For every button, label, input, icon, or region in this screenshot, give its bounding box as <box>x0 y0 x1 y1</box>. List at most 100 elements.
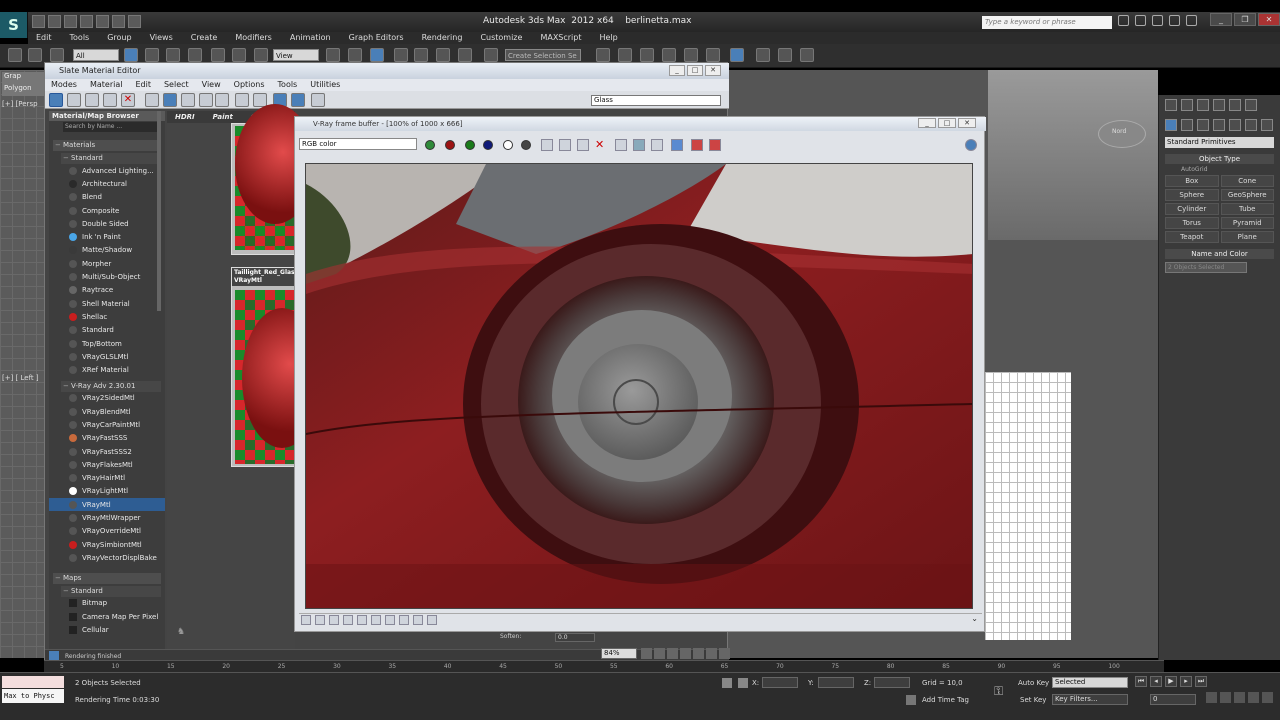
x-coord-field[interactable] <box>762 677 798 688</box>
vray-material-item[interactable]: VRayFastSSS2 <box>49 445 165 458</box>
search-input[interactable]: Type a keyword or phrase <box>982 16 1112 29</box>
zoom-selected-icon[interactable] <box>693 648 704 659</box>
slate-menu-utilities[interactable]: Utilities <box>304 79 347 91</box>
slate-menu-select[interactable]: Select <box>158 79 196 91</box>
zoom-region-icon[interactable] <box>667 648 678 659</box>
blue-channel-icon[interactable] <box>483 140 493 150</box>
layers-icon[interactable] <box>315 615 325 625</box>
subgroup-vray[interactable]: V-Ray Adv 2.30.01 <box>61 380 161 392</box>
standard-material-item[interactable]: Standard <box>49 324 165 337</box>
tab-paint[interactable]: Paint <box>205 111 243 123</box>
color-correction-icon[interactable] <box>691 139 703 151</box>
alpha-channel-icon[interactable] <box>503 140 513 150</box>
test-resolution-icon[interactable] <box>385 615 395 625</box>
hold-icon[interactable] <box>112 15 125 28</box>
standard-material-item[interactable]: Composite <box>49 204 165 217</box>
expand-chevron-icon[interactable]: ⌄ <box>971 614 978 623</box>
go-to-start-icon[interactable]: ⏮ <box>1135 676 1147 687</box>
pan-to-selected-icon[interactable] <box>706 648 717 659</box>
region-render-icon[interactable] <box>633 139 645 151</box>
show-end-result-icon[interactable] <box>215 93 229 107</box>
taillight-material-node[interactable]: Taillight_Red_Glass VRayMtl <box>231 267 322 467</box>
menu-rendering[interactable]: Rendering <box>414 32 473 44</box>
vray-material-item[interactable]: VRayBlendMtl <box>49 405 165 418</box>
standard-material-item[interactable]: Ink 'n Paint <box>49 230 165 243</box>
vray-material-item[interactable]: VRaySimbiontMtl <box>49 538 165 551</box>
redo-icon[interactable] <box>96 15 109 28</box>
mono-channel-icon[interactable] <box>521 140 531 150</box>
undo-icon[interactable] <box>80 15 93 28</box>
box-button[interactable]: Box <box>1165 175 1219 187</box>
red-channel-icon[interactable] <box>445 140 455 150</box>
load-image-icon[interactable] <box>577 139 589 151</box>
space-warps-icon[interactable] <box>1245 119 1257 131</box>
auto-key-button[interactable]: Auto Key <box>1018 679 1049 687</box>
browser-scrollbar[interactable] <box>157 111 161 311</box>
channel-dropdown[interactable]: RGB color <box>299 138 417 150</box>
standard-material-item[interactable]: VRayGLSLMtl <box>49 350 165 363</box>
render-last-icon[interactable] <box>651 139 663 151</box>
selection-lock-icon[interactable] <box>722 678 732 688</box>
soften-field[interactable]: 0.0 <box>555 633 595 642</box>
menu-graph-editors[interactable]: Graph Editors <box>341 32 414 44</box>
menu-create[interactable]: Create <box>183 32 228 44</box>
field-of-view-icon[interactable] <box>1248 692 1259 703</box>
vfb-maximize-button[interactable]: □ <box>938 118 956 128</box>
percent-snap-icon[interactable] <box>436 48 450 62</box>
menu-maxscript[interactable]: MAXScript <box>532 32 591 44</box>
render-setup-icon[interactable] <box>756 48 770 62</box>
zoom-icon[interactable] <box>654 648 665 659</box>
material-editor-icon[interactable] <box>730 48 744 62</box>
standard-material-item[interactable]: Shellac <box>49 310 165 323</box>
menu-group[interactable]: Group <box>99 32 141 44</box>
shapes-icon[interactable] <box>1181 119 1193 131</box>
info-icon[interactable] <box>329 615 339 625</box>
track-mouse-icon[interactable] <box>615 139 627 151</box>
render-production-icon[interactable] <box>800 48 814 62</box>
move-children-icon[interactable] <box>145 93 159 107</box>
lens-effects-icon[interactable] <box>413 615 423 625</box>
group-maps[interactable]: Maps <box>53 572 161 584</box>
key-mode-dropdown[interactable]: Selected <box>1052 677 1128 688</box>
restore-button[interactable]: ❐ <box>1234 13 1256 26</box>
navigator-icon[interactable]: ♞ <box>177 627 185 637</box>
object-name-field[interactable]: 2 Objects Selected <box>1165 262 1247 273</box>
save-image-icon[interactable] <box>541 139 553 151</box>
graphite-ribbon-icon[interactable] <box>662 48 676 62</box>
lights-icon[interactable] <box>1197 119 1209 131</box>
pyramid-button[interactable]: Pyramid <box>1220 217 1274 229</box>
cone-button[interactable]: Cone <box>1220 175 1274 187</box>
schematic-view-icon[interactable] <box>706 48 720 62</box>
background-icon[interactable] <box>181 93 195 107</box>
vray-material-item[interactable]: VRayCarPaintMtl <box>49 418 165 431</box>
align-icon[interactable] <box>618 48 632 62</box>
vray-material-item[interactable]: VRayMtl <box>49 498 165 512</box>
standard-material-item[interactable]: Multi/Sub-Object <box>49 270 165 283</box>
orbit-icon[interactable] <box>1262 692 1273 703</box>
fit-view-icon[interactable] <box>719 648 730 659</box>
vray-material-item[interactable]: VRayOverrideMtl <box>49 525 165 538</box>
pivot-center-icon[interactable] <box>326 48 340 62</box>
snaps-toggle-icon[interactable] <box>394 48 408 62</box>
graphite-tab[interactable]: Grap <box>2 72 46 84</box>
scale-icon[interactable] <box>254 48 268 62</box>
slate-menu-modes[interactable]: Modes <box>45 79 84 91</box>
map-item[interactable]: Bitmap <box>49 597 165 610</box>
selection-filter-dropdown[interactable]: All <box>73 49 119 61</box>
standard-material-item[interactable]: Advanced Lighting... <box>49 164 165 177</box>
zoom-nav-icon[interactable] <box>1206 692 1217 703</box>
zoom-extents-icon[interactable] <box>680 648 691 659</box>
vray-material-item[interactable]: VRayFlakesMtl <box>49 458 165 471</box>
map-item[interactable]: Camera Map Per Pixel <box>49 610 165 623</box>
rendered-frame-window-icon[interactable] <box>778 48 792 62</box>
new-icon[interactable] <box>32 15 45 28</box>
time-tag-icon[interactable] <box>906 695 916 705</box>
autogrid-checkbox[interactable]: AutoGrid <box>1181 166 1274 173</box>
lut-icon[interactable] <box>709 139 721 151</box>
polygon-tab[interactable]: Polygon <box>2 84 46 96</box>
menu-animation[interactable]: Animation <box>282 32 341 44</box>
previous-frame-icon[interactable]: ◂ <box>1150 676 1162 687</box>
standard-material-item[interactable]: Raytrace <box>49 284 165 297</box>
add-time-tag-button[interactable]: Add Time Tag <box>922 696 969 704</box>
link-icon[interactable] <box>8 48 22 62</box>
